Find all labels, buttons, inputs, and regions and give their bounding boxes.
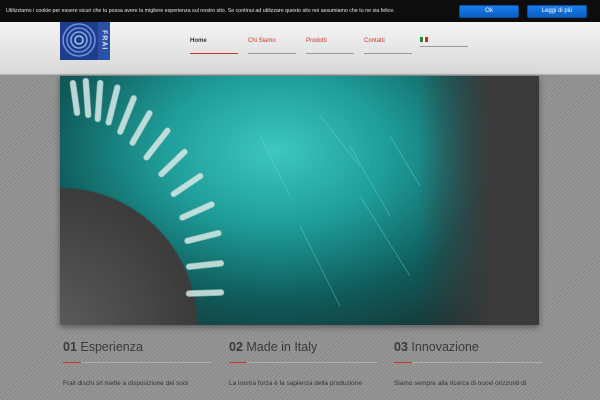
nav-item-prodotti[interactable]: Prodotti [306, 38, 364, 54]
nav-label-contatti: Contatti [364, 38, 385, 44]
feature-underline [229, 362, 377, 363]
italy-flag-icon[interactable] [420, 37, 429, 42]
feature-esperienza: 01 Esperienza Frail dischi srl mette a d… [63, 340, 213, 387]
feature-text: La nostra forza è la sapienza della prod… [229, 380, 362, 387]
main-nav: Home Chi Siamo Prodotti Contatti [190, 38, 422, 54]
feature-underline [394, 362, 542, 363]
feature-heading: Made in Italy [246, 340, 318, 354]
feature-title: 01 Esperienza [63, 340, 213, 354]
hero-image [60, 76, 539, 325]
feature-text: Siamo sempre alla ricerca di nuovi orizz… [394, 380, 527, 387]
brush-bristles-illustration [69, 77, 421, 307]
nav-underline [306, 53, 354, 54]
language-underline [420, 46, 468, 47]
feature-innovazione: 03 Innovazione Siamo sempre alla ricerca… [394, 340, 544, 387]
nav-label-chi-siamo: Chi Siamo [248, 38, 276, 44]
nav-underline [364, 53, 412, 54]
nav-item-home[interactable]: Home [190, 38, 248, 54]
feature-number: 03 [394, 340, 408, 354]
cookie-banner: Utilizziamo i cookie per essere sicuri c… [0, 0, 600, 22]
feature-title: 02 Made in Italy [229, 340, 379, 354]
feature-number: 02 [229, 340, 243, 354]
site-header: FRAI Home Chi Siamo Prodotti Contatti [0, 20, 600, 75]
feature-underline [63, 362, 211, 363]
feature-title: 03 Innovazione [394, 340, 544, 354]
nav-label-prodotti: Prodotti [306, 38, 327, 44]
feature-text: Frail dischi srl mette a disposizione de… [63, 380, 188, 387]
nav-underline [248, 53, 296, 54]
feature-heading: Esperienza [80, 340, 143, 354]
cookie-read-more-button[interactable]: Leggi di più [527, 4, 587, 18]
site-logo[interactable]: FRAI [60, 20, 110, 60]
nav-item-chi-siamo[interactable]: Chi Siamo [248, 38, 306, 54]
cookie-ok-button[interactable]: Ok [459, 4, 519, 18]
nav-underline [190, 53, 238, 54]
logo-wordmark: FRAI [98, 20, 110, 60]
spiral-logo-icon [62, 23, 96, 57]
feature-made-in-italy: 02 Made in Italy La nostra forza è la sa… [229, 340, 379, 387]
feature-number: 01 [63, 340, 77, 354]
nav-label-home: Home [190, 38, 207, 44]
feature-heading: Innovazione [411, 340, 479, 354]
nav-item-contatti[interactable]: Contatti [364, 38, 422, 54]
cookie-message: Utilizziamo i cookie per essere sicuri c… [6, 8, 395, 14]
